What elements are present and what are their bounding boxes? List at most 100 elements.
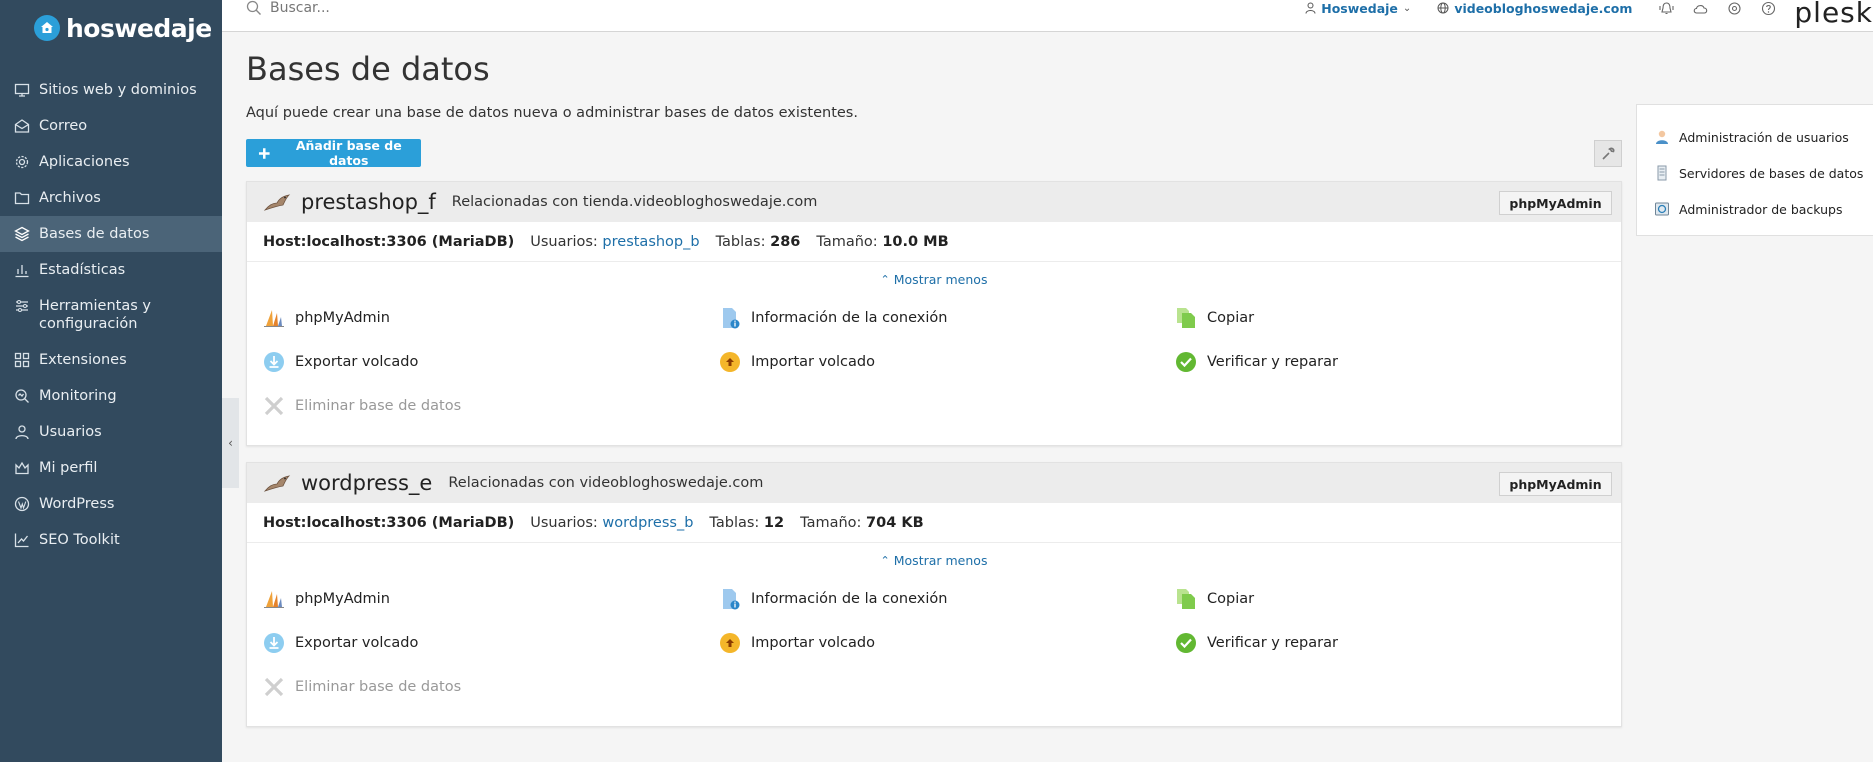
- phpmyadmin-action[interactable]: phpMyAdmin: [263, 296, 719, 340]
- list-settings-button[interactable]: [1594, 140, 1622, 167]
- connection-info-action[interactable]: Información de la conexión: [719, 577, 1175, 621]
- sidebar-item-mail[interactable]: Correo: [0, 108, 222, 144]
- tables-value: 286: [770, 233, 801, 250]
- show-less-link[interactable]: ⌃ Mostrar menos: [247, 543, 1621, 577]
- add-database-label: Añadir base de datos: [295, 138, 402, 168]
- monitor-icon: [14, 83, 30, 97]
- topbar-right: Hoswedaje ⌄ videobloghoswedaje.com plesk: [1305, 0, 1873, 29]
- sidebar-item-label: Extensiones: [39, 352, 127, 368]
- database-actions: phpMyAdmin Información de la conexión Co…: [247, 296, 1621, 428]
- gear-icon: [15, 155, 29, 169]
- delete-database-action[interactable]: Eliminar base de datos: [263, 665, 719, 709]
- topbar: Hoswedaje ⌄ videobloghoswedaje.com plesk: [222, 0, 1873, 32]
- chevron-down-icon: ⌄: [1402, 2, 1412, 14]
- sidebar-item-seo-toolkit[interactable]: SEO Toolkit: [0, 522, 222, 558]
- users-label: Usuarios:: [530, 233, 598, 250]
- sidebar-item-applications[interactable]: Aplicaciones: [0, 144, 222, 180]
- bar-chart-icon: [15, 265, 29, 278]
- tables-label: Tablas:: [709, 514, 760, 531]
- backup-icon: [1655, 202, 1669, 216]
- delete-x-icon: [264, 396, 284, 416]
- host-label: Host:: [263, 514, 307, 531]
- logo[interactable]: hoswedaje: [34, 10, 212, 46]
- copy-action[interactable]: Copiar: [1175, 296, 1615, 340]
- community-icon[interactable]: [1726, 1, 1743, 16]
- user-admin-link[interactable]: Administración de usuarios: [1637, 119, 1873, 155]
- size-value: 10.0 MB: [882, 233, 949, 250]
- size-value: 704 KB: [866, 514, 924, 531]
- action-label: Copiar: [1207, 591, 1255, 607]
- phpmyadmin-action[interactable]: phpMyAdmin: [263, 577, 719, 621]
- sidebar-item-label: Herramientas y configuración: [39, 298, 151, 332]
- sidebar-item-wordpress[interactable]: WordPress: [0, 486, 222, 522]
- database-card-header: prestashop_f Relacionadas con tienda.vid…: [247, 182, 1621, 222]
- sidebar-item-files[interactable]: Archivos: [0, 180, 222, 216]
- database-name[interactable]: prestashop_f: [301, 190, 436, 214]
- sidebar-item-monitoring[interactable]: Monitoring: [0, 378, 222, 414]
- sidebar-item-label: Usuarios: [39, 424, 102, 440]
- connection-info-action[interactable]: Información de la conexión: [719, 296, 1175, 340]
- size-label: Tamaño:: [816, 233, 878, 250]
- account-name: Hoswedaje: [1321, 0, 1398, 16]
- import-dump-action[interactable]: Importar volcado: [719, 621, 1175, 665]
- action-label: Verificar y reparar: [1207, 354, 1338, 370]
- check-icon: [1176, 352, 1196, 372]
- mariadb-seal-icon: [263, 475, 291, 492]
- action-label: Importar volcado: [751, 635, 875, 651]
- notifications-icon[interactable]: [1658, 1, 1675, 16]
- action-label: Información de la conexión: [751, 310, 948, 326]
- database-info: Host:localhost:3306 (MariaDB) Usuarios: …: [247, 503, 1621, 543]
- tools-icon: [16, 300, 28, 312]
- sidebar-item-websites[interactable]: Sitios web y dominios: [0, 72, 222, 108]
- phpmyadmin-button[interactable]: phpMyAdmin: [1499, 191, 1612, 215]
- monitoring-icon: [15, 389, 29, 403]
- backup-manager-link[interactable]: Administrador de backups: [1637, 191, 1873, 227]
- sidebar-item-extensions[interactable]: Extensiones: [0, 342, 222, 378]
- db-servers-link[interactable]: Servidores de bases de datos: [1637, 155, 1873, 191]
- wordpress-icon: [14, 496, 30, 512]
- cloud-icon[interactable]: [1692, 1, 1709, 16]
- export-dump-action[interactable]: Exportar volcado: [263, 340, 719, 384]
- mariadb-seal-icon: [263, 194, 291, 211]
- database-info: Host:localhost:3306 (MariaDB) Usuarios: …: [247, 222, 1621, 262]
- copy-action[interactable]: Copiar: [1175, 577, 1615, 621]
- extensions-icon: [14, 352, 30, 368]
- sidebar-item-tools-settings[interactable]: Herramientas y configuración: [0, 288, 222, 342]
- database-related: Relacionadas con tienda.videobloghosweda…: [451, 194, 818, 210]
- action-label: Información de la conexión: [751, 591, 948, 607]
- sidebar-item-statistics[interactable]: Estadísticas: [0, 252, 222, 288]
- sidebar: hoswedaje Sitios web y dominios Correo A…: [0, 0, 222, 762]
- home-logo-icon: [34, 15, 60, 41]
- show-less-link[interactable]: ⌃ Mostrar menos: [247, 262, 1621, 296]
- host-value: localhost:3306 (MariaDB): [306, 514, 515, 531]
- sidebar-item-label: Estadísticas: [39, 262, 126, 278]
- action-label: Eliminar base de datos: [295, 398, 462, 414]
- import-dump-action[interactable]: Importar volcado: [719, 340, 1175, 384]
- phpmyadmin-button[interactable]: phpMyAdmin: [1499, 472, 1612, 496]
- collapse-sidebar-button[interactable]: ‹: [222, 398, 239, 488]
- search-input[interactable]: [270, 0, 570, 16]
- user-link[interactable]: wordpress_b: [602, 515, 693, 531]
- sidebar-item-databases[interactable]: Bases de datos: [0, 216, 222, 252]
- user-link[interactable]: prestashop_b: [602, 234, 699, 250]
- page-description: Aquí puede crear una base de datos nueva…: [246, 105, 858, 121]
- side-link-label: Administración de usuarios: [1679, 129, 1849, 145]
- sidebar-item-my-profile[interactable]: Mi perfil: [0, 450, 222, 486]
- wrench-icon: [1602, 147, 1615, 160]
- domain-link[interactable]: videobloghoswedaje.com: [1437, 1, 1632, 16]
- add-database-button[interactable]: Añadir base de datos: [246, 138, 421, 168]
- copy-icon: [1177, 589, 1195, 609]
- export-dump-action[interactable]: Exportar volcado: [263, 621, 719, 665]
- account-menu[interactable]: Hoswedaje ⌄: [1305, 1, 1411, 16]
- action-label: Copiar: [1207, 310, 1255, 326]
- sidebar-item-label: Mi perfil: [39, 460, 98, 476]
- help-icon[interactable]: [1760, 1, 1777, 16]
- database-name[interactable]: wordpress_e: [301, 471, 432, 495]
- phpmyadmin-icon: [264, 591, 284, 608]
- delete-database-action[interactable]: Eliminar base de datos: [263, 384, 719, 428]
- check-repair-action[interactable]: Verificar y reparar: [1175, 621, 1615, 665]
- sidebar-item-users[interactable]: Usuarios: [0, 414, 222, 450]
- check-repair-action[interactable]: Verificar y reparar: [1175, 340, 1615, 384]
- chevron-up-icon: ⌃: [880, 553, 890, 567]
- action-label: Exportar volcado: [295, 354, 419, 370]
